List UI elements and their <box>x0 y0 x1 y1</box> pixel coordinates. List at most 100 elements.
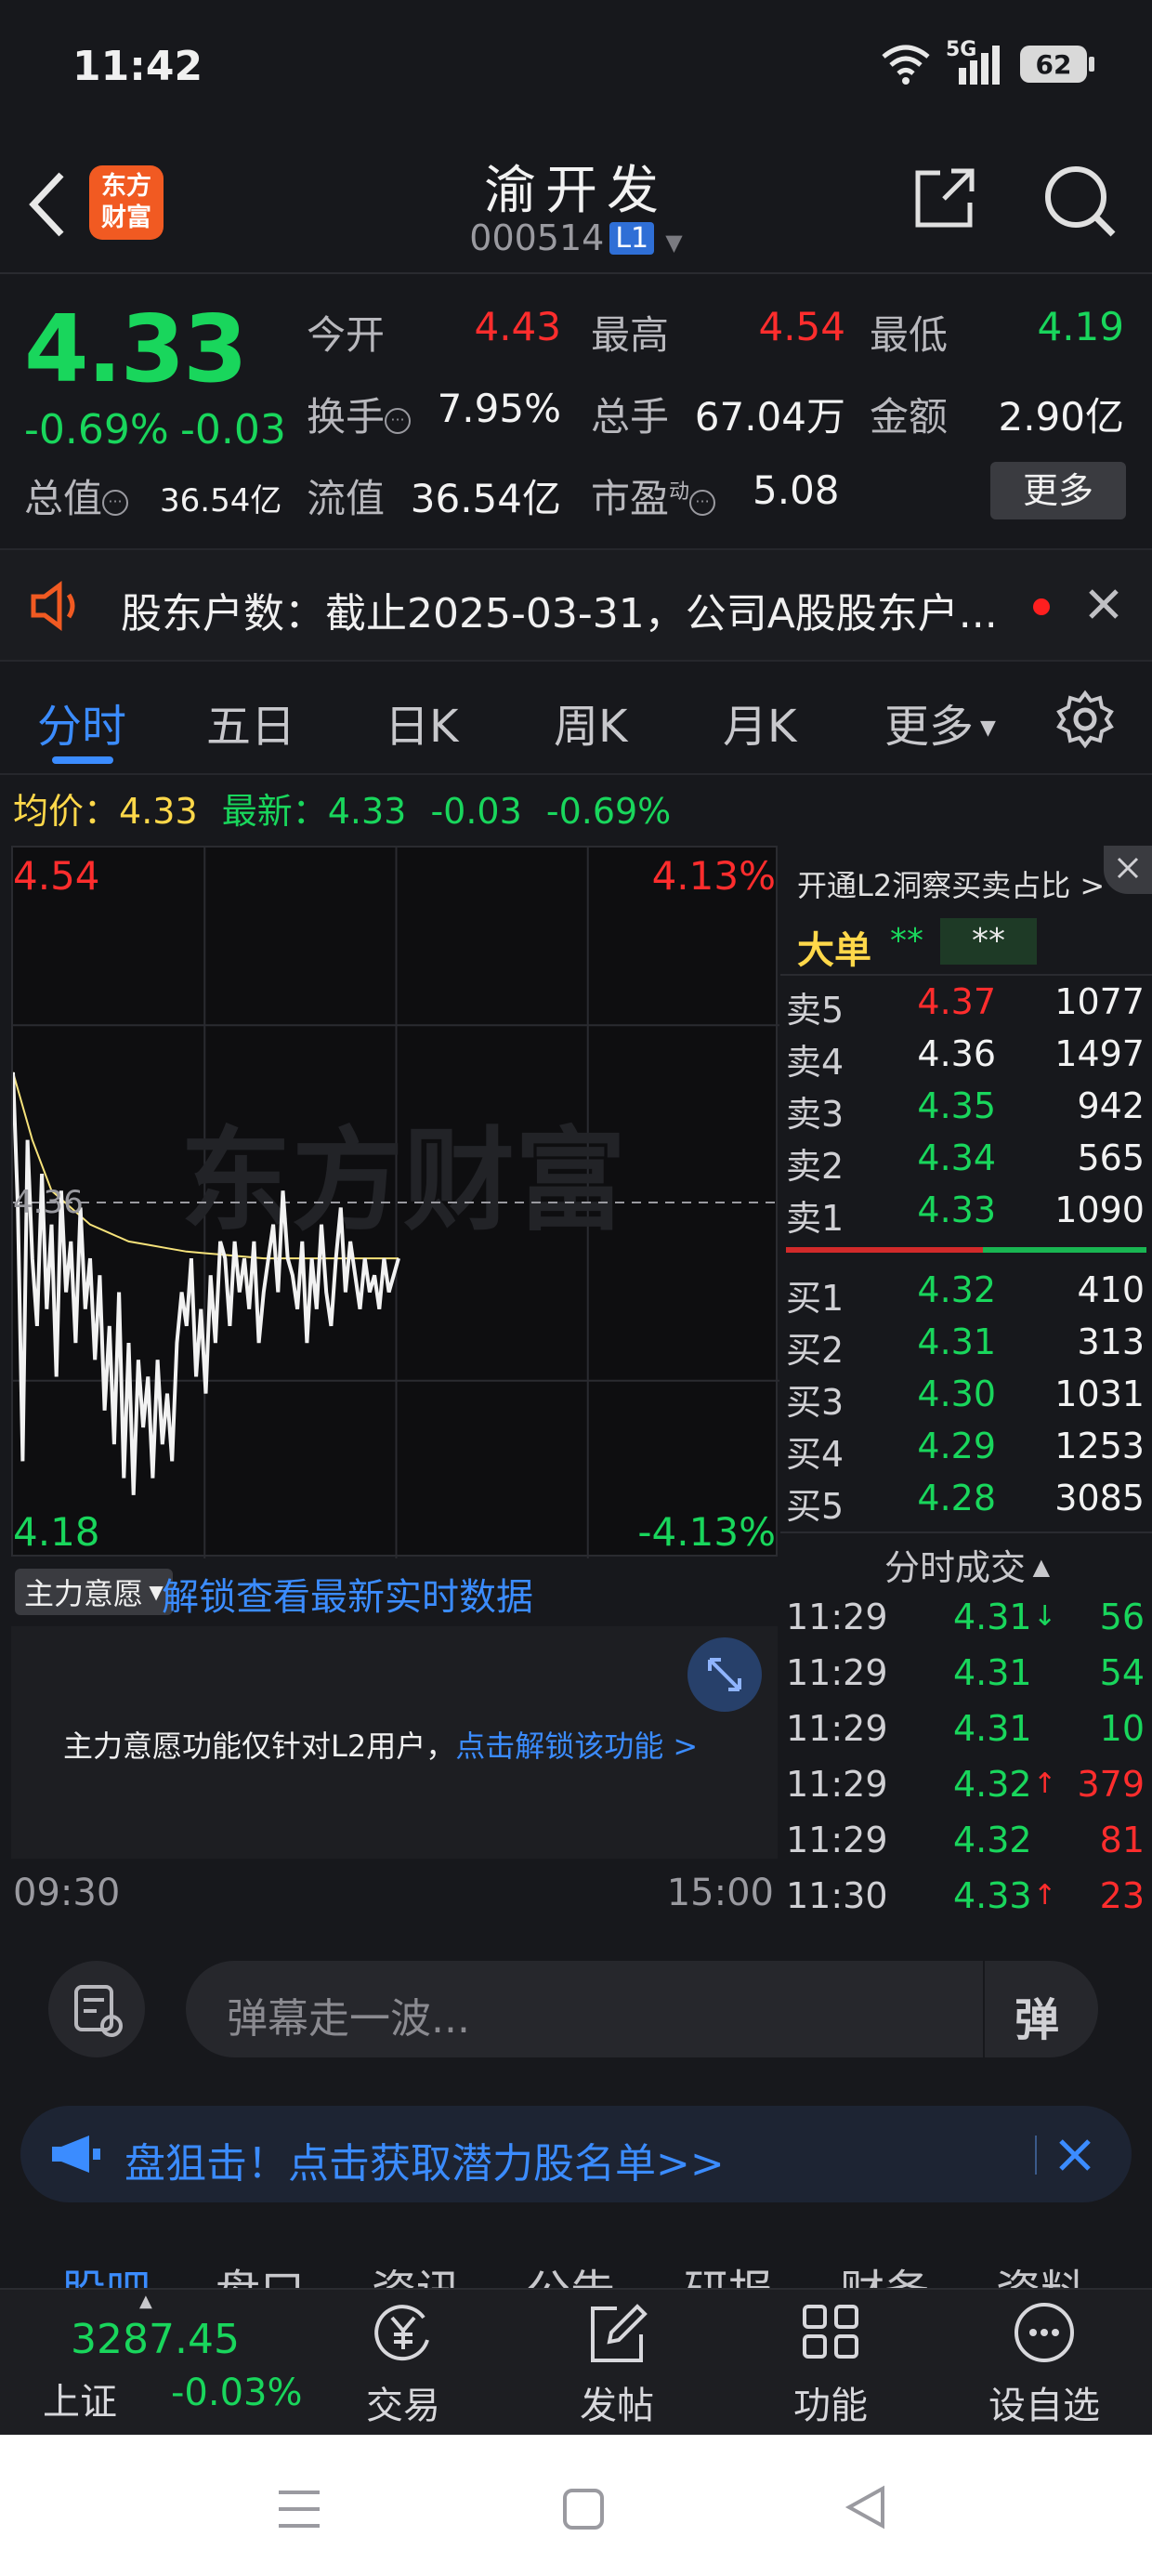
price-change: -0.03 <box>180 406 286 453</box>
banner-text: 盘狙击！点击获取潜力股名单>> <box>124 2140 725 2188</box>
watermark: 东方财富 <box>180 1117 626 1246</box>
gear-icon[interactable] <box>1055 690 1115 749</box>
float-value: 36.54亿 <box>410 476 561 521</box>
note-button[interactable] <box>48 1961 145 2057</box>
danmu-input[interactable]: 弹幕走一波... 弹 <box>186 1961 1098 2057</box>
tab-more[interactable]: 更多 ▼ <box>884 690 996 755</box>
bid-price: 4.30 <box>917 1373 996 1414</box>
status-time: 11:42 <box>72 43 203 90</box>
bid-row: 买5 4.28 3085 <box>780 1474 1152 1527</box>
ask-label: 卖5 <box>786 990 844 1031</box>
grid-icon <box>803 2305 858 2359</box>
unlock-link[interactable]: 解锁查看最新实时数据 <box>162 1567 533 1621</box>
back-triangle-icon[interactable] <box>842 2483 890 2531</box>
low-label: 最低 <box>870 312 949 358</box>
edit-icon <box>591 2304 648 2362</box>
amount-value: 2.90亿 <box>998 394 1124 440</box>
bid-price: 4.28 <box>917 1478 996 1518</box>
info-icon: ··· <box>102 490 129 516</box>
ask-volume: 942 <box>1077 1085 1145 1126</box>
info-icon: ··· <box>689 490 716 516</box>
tick-row: 11:29 4.32 ↑ 379 <box>780 1764 1152 1820</box>
zhuli-unlock-link[interactable]: 点击解锁该功能 > <box>455 1728 698 1764</box>
caret-down-icon: ▼ <box>974 716 996 740</box>
function-label: 功能 <box>793 2385 868 2427</box>
notice-text: 股东户数：截止2025-03-31，公司A股股东户... <box>121 590 998 637</box>
share-button[interactable] <box>907 162 981 236</box>
menu-icon[interactable] <box>275 2487 323 2531</box>
big-order-a: ** <box>890 922 923 960</box>
search-button[interactable] <box>1041 162 1119 240</box>
function-button[interactable]: 功能 <box>756 2299 905 2429</box>
bid-row: 买3 4.30 1031 <box>780 1370 1152 1423</box>
tick-row: 11:29 4.31 54 <box>780 1652 1152 1708</box>
bid-label: 买2 <box>786 1330 844 1371</box>
l2-promo-link[interactable]: 开通L2洞察买卖占比 > <box>797 862 1105 905</box>
tick-time: 11:29 <box>786 1820 888 1860</box>
latest-value: 4.33 <box>327 791 407 832</box>
post-label: 发帖 <box>580 2385 654 2427</box>
tick-volume: 10 <box>1099 1708 1145 1749</box>
add-watchlist-button[interactable]: 设自选 <box>970 2299 1119 2429</box>
tab-daily-k[interactable]: 日K <box>385 690 458 755</box>
time-axis: 09:30 15:00 <box>11 1859 778 1925</box>
avg-label: 均价： <box>13 791 120 832</box>
expand-icon <box>708 1658 741 1691</box>
chart-svg: 东方财富 <box>13 848 779 1558</box>
divider <box>780 1531 1152 1533</box>
tick-time: 11:29 <box>786 1708 888 1749</box>
tab-five-day[interactable]: 五日 <box>206 690 295 755</box>
bid-price: 4.29 <box>917 1426 996 1466</box>
pe-label: 市盈动 ··· <box>591 467 716 524</box>
tab-intraday[interactable]: 分时 <box>37 690 126 755</box>
tab-active-indicator <box>52 756 113 764</box>
index-widget[interactable]: ▲ 3287.45 上证 -0.03% <box>0 2290 303 2429</box>
big-order-b: ** <box>940 918 1037 965</box>
tick-row: 11:29 4.31 ↓ 56 <box>780 1597 1152 1652</box>
unread-dot <box>1033 598 1050 615</box>
danmu-toggle[interactable]: 弹 <box>983 1961 1098 2057</box>
close-panel-button[interactable] <box>1104 846 1152 894</box>
ticks-title[interactable]: 分时成交 ▲ <box>884 1539 1050 1590</box>
notice-bar[interactable]: 股东户数：截止2025-03-31，公司A股股东户... <box>0 548 1152 662</box>
amount-label: 金额 <box>870 394 949 440</box>
bid-row: 买2 4.31 313 <box>780 1318 1152 1371</box>
ask-row: 卖2 4.34 565 <box>780 1134 1152 1187</box>
ask-price: 4.37 <box>917 981 996 1022</box>
tab-monthly-k[interactable]: 月K <box>723 690 796 755</box>
tick-time: 11:30 <box>786 1875 888 1916</box>
promo-banner[interactable]: 盘狙击！点击获取潜力股名单>> <box>20 2106 1132 2202</box>
bid-label: 买1 <box>786 1278 844 1319</box>
close-icon[interactable] <box>1085 585 1122 623</box>
trade-button[interactable]: 交易 <box>329 2299 478 2429</box>
expand-button[interactable] <box>687 1637 762 1712</box>
tick-time: 11:29 <box>786 1652 888 1693</box>
tick-price: 4.32 <box>953 1820 1032 1860</box>
status-bar: 11:42 5G 62 <box>0 0 1152 139</box>
close-icon[interactable] <box>1055 2136 1094 2175</box>
stock-code: 000514 <box>469 217 605 258</box>
pct-bottom-label: -4.13% <box>637 1509 776 1555</box>
tick-price: 4.31 <box>953 1708 1032 1749</box>
home-icon[interactable] <box>561 2487 606 2531</box>
volume-value: 67.04万 <box>694 394 845 440</box>
yuan-circle-icon <box>374 2305 429 2361</box>
zhuli-select[interactable]: 主力意愿 ▼ <box>15 1569 173 1615</box>
open-value: 4.43 <box>474 304 561 349</box>
high-value: 4.54 <box>758 304 845 349</box>
battery-icon: 62 <box>1020 46 1094 83</box>
x-start-label: 09:30 <box>13 1872 121 1914</box>
tab-weekly-k[interactable]: 周K <box>554 690 627 755</box>
tick-row: 11:30 4.33 ↑ 23 <box>780 1875 1152 1931</box>
post-button[interactable]: 发帖 <box>543 2299 691 2429</box>
divider <box>780 974 1152 976</box>
intraday-chart[interactable]: 东方财富 4.54 4.13% 4.36 4.18 -4.13% <box>11 846 779 1558</box>
index-pct: -0.03% <box>171 2372 303 2414</box>
ask-volume: 1497 <box>1054 1033 1145 1074</box>
more-quote-button[interactable]: 更多 <box>990 462 1126 519</box>
tick-time: 11:29 <box>786 1764 888 1805</box>
bid-price: 4.32 <box>917 1269 996 1310</box>
content-tabs: 股吧 盘口 资讯 公告 研报 财务 资料 <box>0 2221 1152 2295</box>
close-icon <box>1117 857 1139 879</box>
bid-label: 买5 <box>786 1486 844 1527</box>
